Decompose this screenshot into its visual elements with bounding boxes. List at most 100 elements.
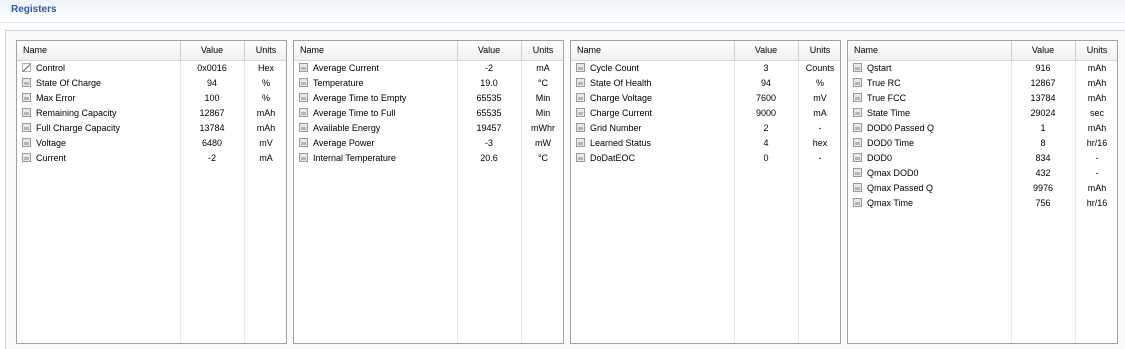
- registers-table-2: Name Value Units Average Current -2 mA Tempera…: [293, 40, 564, 344]
- table-row[interactable]: DOD0 Passed Q 1 mAh: [848, 121, 1117, 136]
- pencil-icon: [22, 63, 31, 72]
- table-row[interactable]: Available Energy 19457 mWhr: [294, 121, 563, 136]
- register-value: 916: [1035, 63, 1051, 73]
- table-row[interactable]: Temperature 19.0 °C: [294, 76, 563, 91]
- register-value: 100: [204, 93, 220, 103]
- column-header-value[interactable]: Value: [180, 45, 244, 55]
- table-row[interactable]: Max Error 100%: [17, 91, 286, 106]
- register-value: 65535: [476, 93, 502, 103]
- table-row[interactable]: Full Charge Capacity 13784 mAh: [17, 121, 286, 136]
- column-header-units[interactable]: Units: [1075, 45, 1119, 55]
- table-row[interactable]: DOD0 Time 8 hr/16: [848, 136, 1117, 151]
- table-row[interactable]: Internal Temperature 20.6 °C: [294, 151, 563, 166]
- table-row[interactable]: Average Time to Empty 65535 Min: [294, 91, 563, 106]
- register-units: mAh: [256, 108, 276, 118]
- register-value: 94: [206, 78, 217, 88]
- register-units: mAh: [1087, 63, 1107, 73]
- lock-icon: [853, 183, 862, 192]
- table-row[interactable]: Charge Voltage 7600 mV: [571, 91, 840, 106]
- column-header-units[interactable]: Units: [798, 45, 842, 55]
- register-name: Average Current: [313, 63, 379, 73]
- register-value: 20.6: [480, 153, 498, 163]
- lock-icon: [22, 153, 31, 162]
- register-units: -: [1095, 153, 1099, 163]
- column-header-units[interactable]: Units: [521, 45, 565, 55]
- register-value: 0: [763, 153, 769, 163]
- table-row[interactable]: State Time 29024 sec: [848, 106, 1117, 121]
- register-units: mAh: [1087, 93, 1107, 103]
- register-units: mV: [813, 93, 827, 103]
- column-header-value[interactable]: Value: [457, 45, 521, 55]
- register-name: Average Time to Full: [313, 108, 396, 118]
- table-row[interactable]: Qstart 916 mAh: [848, 61, 1117, 76]
- registers-table-4: Name Value Units Qstart 916 mAh True RC 12867 mA…: [847, 40, 1118, 344]
- register-name: Average Time to Empty: [313, 93, 407, 103]
- register-name: Max Error: [36, 93, 76, 103]
- register-units: Counts: [805, 63, 835, 73]
- column-header-name[interactable]: Name: [577, 45, 601, 55]
- register-value: -2: [484, 63, 493, 73]
- register-value: 6480: [201, 138, 223, 148]
- table-row[interactable]: Average Current -2 mA: [294, 61, 563, 76]
- table-row[interactable]: Voltage 6480 mV: [17, 136, 286, 151]
- lock-icon: [22, 138, 31, 147]
- register-name: Qstart: [867, 63, 892, 73]
- register-units: -: [1095, 168, 1099, 178]
- column-header-name[interactable]: Name: [23, 45, 47, 55]
- table-row[interactable]: Learned Status 4 hex: [571, 136, 840, 151]
- register-value: 12867: [199, 108, 225, 118]
- register-name: Current: [36, 153, 67, 163]
- register-name: State Of Health: [590, 78, 652, 88]
- lock-icon: [853, 78, 862, 87]
- register-value: 756: [1035, 198, 1051, 208]
- table-row[interactable]: Cycle Count 3 Counts: [571, 61, 840, 76]
- register-value: 834: [1035, 153, 1051, 163]
- table-row[interactable]: Qmax DOD0 432 -: [848, 166, 1117, 181]
- column-header-units[interactable]: Units: [244, 45, 288, 55]
- register-units: %: [261, 78, 270, 88]
- column-header-name[interactable]: Name: [854, 45, 878, 55]
- table-row[interactable]: True RC 12867 mAh: [848, 76, 1117, 91]
- register-name: Qmax Time: [867, 198, 914, 208]
- lock-icon: [299, 78, 308, 87]
- table-row[interactable]: Control 0x0016 Hex: [17, 61, 286, 76]
- table-row[interactable]: Charge Current 9000 mA: [571, 106, 840, 121]
- table-row[interactable]: Grid Number 2 -: [571, 121, 840, 136]
- table-row[interactable]: Qmax Time 756 hr/16: [848, 196, 1117, 211]
- register-units: mA: [259, 153, 273, 163]
- register-value: -3: [484, 138, 493, 148]
- register-name: Internal Temperature: [313, 153, 396, 163]
- table-row[interactable]: State Of Health 94%: [571, 76, 840, 91]
- table-row[interactable]: Average Time to Full 65535 Min: [294, 106, 563, 121]
- register-name: Voltage: [36, 138, 67, 148]
- register-name: State Time: [867, 108, 911, 118]
- table-row[interactable]: Qmax Passed Q 9976 mAh: [848, 181, 1117, 196]
- register-value: 65535: [476, 108, 502, 118]
- table-row[interactable]: State Of Charge 94%: [17, 76, 286, 91]
- register-units: mAh: [256, 123, 276, 133]
- table-row[interactable]: DoDatEOC 0 -: [571, 151, 840, 166]
- register-units: mWhr: [531, 123, 555, 133]
- table-row[interactable]: Remaining Capacity 12867 mAh: [17, 106, 286, 121]
- lock-icon: [576, 108, 585, 117]
- table-row[interactable]: Current -2 mA: [17, 151, 286, 166]
- column-header-value[interactable]: Value: [734, 45, 798, 55]
- lock-icon: [576, 153, 585, 162]
- lock-icon: [853, 93, 862, 102]
- register-name: Qmax Passed Q: [867, 183, 934, 193]
- register-value: 13784: [199, 123, 225, 133]
- registers-panel-header: Registers: [0, 0, 1125, 23]
- column-header-name[interactable]: Name: [300, 45, 324, 55]
- register-value[interactable]: 0x0016: [180, 63, 244, 73]
- register-units: Min: [535, 93, 551, 103]
- lock-icon: [576, 63, 585, 72]
- register-units: mW: [535, 138, 551, 148]
- column-header-value[interactable]: Value: [1011, 45, 1075, 55]
- table-row[interactable]: True FCC 13784 mAh: [848, 91, 1117, 106]
- table-row[interactable]: Average Power -3 mW: [294, 136, 563, 151]
- register-name: True RC: [867, 78, 901, 88]
- lock-icon: [299, 153, 308, 162]
- register-value: 9000: [755, 108, 777, 118]
- table-row[interactable]: DOD0 834 -: [848, 151, 1117, 166]
- register-units: hr/16: [1086, 138, 1108, 148]
